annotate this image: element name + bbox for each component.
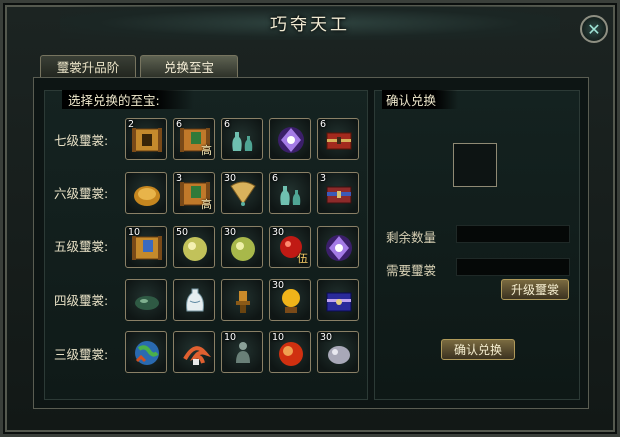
item-slot[interactable]: 6: [269, 172, 311, 214]
item-slot[interactable]: [317, 226, 359, 268]
earth-globe-icon: [126, 332, 166, 372]
item-slot[interactable]: 3: [317, 172, 359, 214]
purple-gem-icon: [270, 119, 310, 159]
item-count: 30: [272, 280, 285, 291]
item-slot[interactable]: [269, 118, 311, 160]
white-vase-icon: [174, 280, 214, 320]
item-slot[interactable]: 30 伍: [269, 226, 311, 268]
item-grade-tag: 高: [201, 198, 212, 211]
item-slot[interactable]: [221, 279, 263, 321]
row-label-5: 五级璽裳:: [54, 239, 109, 254]
selected-item-slot[interactable]: [453, 143, 497, 187]
item-count: 10: [272, 332, 285, 343]
item-count: 30: [224, 173, 237, 184]
row-label-6: 六级璽裳:: [54, 186, 109, 201]
item-count: 6: [320, 119, 327, 130]
item-slot[interactable]: [173, 279, 215, 321]
item-grade-tag: 伍: [297, 252, 308, 265]
item-count: 6: [176, 119, 183, 130]
upgrade-button[interactable]: 升级璽裳: [501, 279, 569, 300]
item-slot[interactable]: [125, 279, 167, 321]
tab-upgrade[interactable]: 璽裳升品阶: [40, 55, 136, 77]
item-count: 30: [320, 332, 333, 343]
purple-gem-icon: [318, 227, 358, 267]
item-slot[interactable]: [317, 279, 359, 321]
item-count: 3: [176, 173, 183, 184]
row-label-7: 七级璽裳:: [54, 133, 109, 148]
jade-stone-icon: [126, 280, 166, 320]
item-count: 6: [224, 119, 231, 130]
blue-treasure-chest-icon: [318, 280, 358, 320]
item-slot[interactable]: 6 高: [173, 118, 215, 160]
required-field: [456, 258, 570, 276]
confirm-exchange-button[interactable]: 确认兑换: [441, 339, 515, 360]
item-count: 3: [320, 173, 327, 184]
window-title: 巧夺天工: [270, 15, 350, 35]
item-slot[interactable]: 10: [125, 226, 167, 268]
row-label-3: 三级璽裳:: [54, 347, 109, 362]
close-button[interactable]: ✕: [580, 15, 608, 43]
item-slot[interactable]: [173, 331, 215, 373]
item-count: 10: [224, 332, 237, 343]
item-count: 6: [272, 173, 279, 184]
item-count: 30: [272, 227, 285, 238]
item-slot[interactable]: 30: [317, 331, 359, 373]
close-icon: ✕: [587, 19, 601, 39]
required-label: 需要璽裳: [386, 263, 437, 278]
item-slot[interactable]: 30: [221, 172, 263, 214]
tab-exchange[interactable]: 兑换至宝: [140, 55, 238, 77]
item-count: 2: [128, 119, 135, 130]
remaining-label: 剩余数量: [386, 230, 437, 245]
item-slot[interactable]: 50: [173, 226, 215, 268]
bronze-lamp-icon: [222, 280, 262, 320]
item-slot[interactable]: 30: [269, 279, 311, 321]
row-label-4: 四级璽裳:: [54, 293, 109, 308]
item-count: 30: [224, 227, 237, 238]
item-slot[interactable]: 3 高: [173, 172, 215, 214]
remaining-field: [456, 225, 570, 243]
select-treasure-header: 选择兑换的至宝:: [62, 90, 194, 109]
item-slot[interactable]: 30: [221, 226, 263, 268]
item-slot[interactable]: 6: [221, 118, 263, 160]
item-slot[interactable]: 10: [269, 331, 311, 373]
item-count: 50: [176, 227, 189, 238]
item-slot[interactable]: 2: [125, 118, 167, 160]
item-slot[interactable]: 6: [317, 118, 359, 160]
confirm-exchange-header: 确认兑换: [382, 90, 459, 109]
item-slot[interactable]: [125, 331, 167, 373]
item-slot[interactable]: [125, 172, 167, 214]
item-grade-tag: 高: [201, 144, 212, 157]
item-count: 10: [128, 227, 141, 238]
fire-swirl-icon: [174, 332, 214, 372]
item-slot[interactable]: 10: [221, 331, 263, 373]
gold-coin-pouch-icon: [126, 173, 166, 213]
